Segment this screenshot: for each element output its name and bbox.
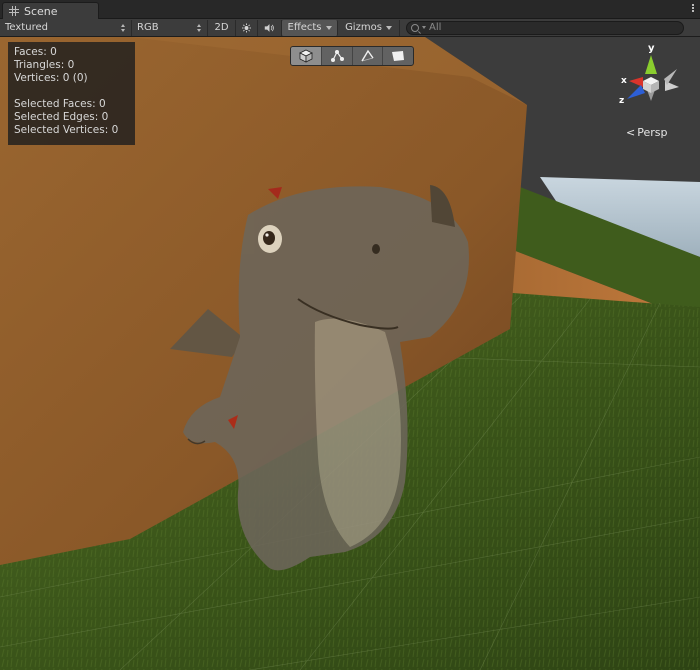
- gizmo-y-label: y: [648, 43, 655, 54]
- mesh-stats-panel: Faces: 0 Triangles: 0 Vertices: 0 (0) Se…: [8, 42, 135, 145]
- effects-label: Effects: [287, 22, 322, 33]
- updown-arrows-icon: [197, 23, 202, 32]
- search-input[interactable]: [429, 22, 669, 33]
- chevron-down-icon: [325, 25, 332, 30]
- draw-mode-label: Textured: [5, 22, 48, 33]
- search-box[interactable]: [406, 20, 684, 35]
- tab-options-icon[interactable]: [686, 4, 694, 14]
- search-icon: [411, 23, 419, 32]
- render-mode-dropdown[interactable]: RGB: [132, 19, 208, 36]
- vertices-count: Vertices: 0 (0): [14, 72, 88, 84]
- faces-count: Faces: 0: [14, 46, 57, 58]
- object-mode-button[interactable]: [291, 47, 322, 65]
- selected-edges-count: Selected Edges: 0: [14, 111, 109, 123]
- edge-icon: [361, 49, 374, 62]
- scene-viewport[interactable]: Faces: 0 Triangles: 0 Vertices: 0 (0) Se…: [0, 37, 700, 670]
- edge-mode-button[interactable]: [353, 47, 384, 65]
- face-mode-button[interactable]: [383, 47, 413, 65]
- grid-icon: [9, 6, 19, 16]
- triangles-count: Triangles: 0: [14, 59, 75, 71]
- gizmos-label: Gizmos: [345, 22, 382, 33]
- selection-mode-toolbar: [290, 46, 414, 66]
- gizmo-z-axis[interactable]: [627, 85, 645, 99]
- vertex-icon: [330, 50, 344, 62]
- lighting-toggle-button[interactable]: [236, 19, 258, 36]
- 2d-toggle-button[interactable]: 2D: [208, 19, 236, 36]
- selected-faces-count: Selected Faces: 0: [14, 98, 106, 110]
- chevron-down-icon: [422, 26, 426, 29]
- draw-mode-dropdown[interactable]: Textured: [0, 19, 132, 36]
- chevron-down-icon: [385, 25, 392, 30]
- gizmos-dropdown[interactable]: Gizmos: [338, 19, 400, 36]
- gizmo-x-label: x: [621, 76, 627, 86]
- effects-dropdown[interactable]: Effects: [282, 19, 338, 36]
- render-mode-label: RGB: [137, 22, 159, 33]
- sun-icon: [242, 23, 251, 32]
- scene-toolbar: Textured RGB 2D Effects Gizmos: [0, 19, 700, 37]
- gizmo-y-axis[interactable]: [645, 55, 657, 74]
- selected-vertices-count: Selected Vertices: 0: [14, 124, 119, 136]
- 2d-label: 2D: [214, 22, 229, 33]
- tab-bar: Scene: [0, 0, 700, 19]
- tab-scene[interactable]: Scene: [2, 2, 99, 19]
- perspective-icon: <: [626, 126, 636, 139]
- orientation-gizmo[interactable]: y x z: [615, 41, 685, 109]
- projection-label: Persp: [637, 126, 668, 139]
- projection-toggle[interactable]: < Persp: [626, 126, 667, 139]
- updown-arrows-icon: [121, 23, 126, 32]
- cube-icon: [298, 49, 313, 63]
- audio-toggle-button[interactable]: [258, 19, 282, 36]
- gizmo-z-label: z: [619, 96, 624, 106]
- face-icon: [392, 51, 405, 61]
- vertex-mode-button[interactable]: [322, 47, 353, 65]
- tab-label: Scene: [24, 4, 58, 18]
- speaker-icon: [264, 23, 274, 32]
